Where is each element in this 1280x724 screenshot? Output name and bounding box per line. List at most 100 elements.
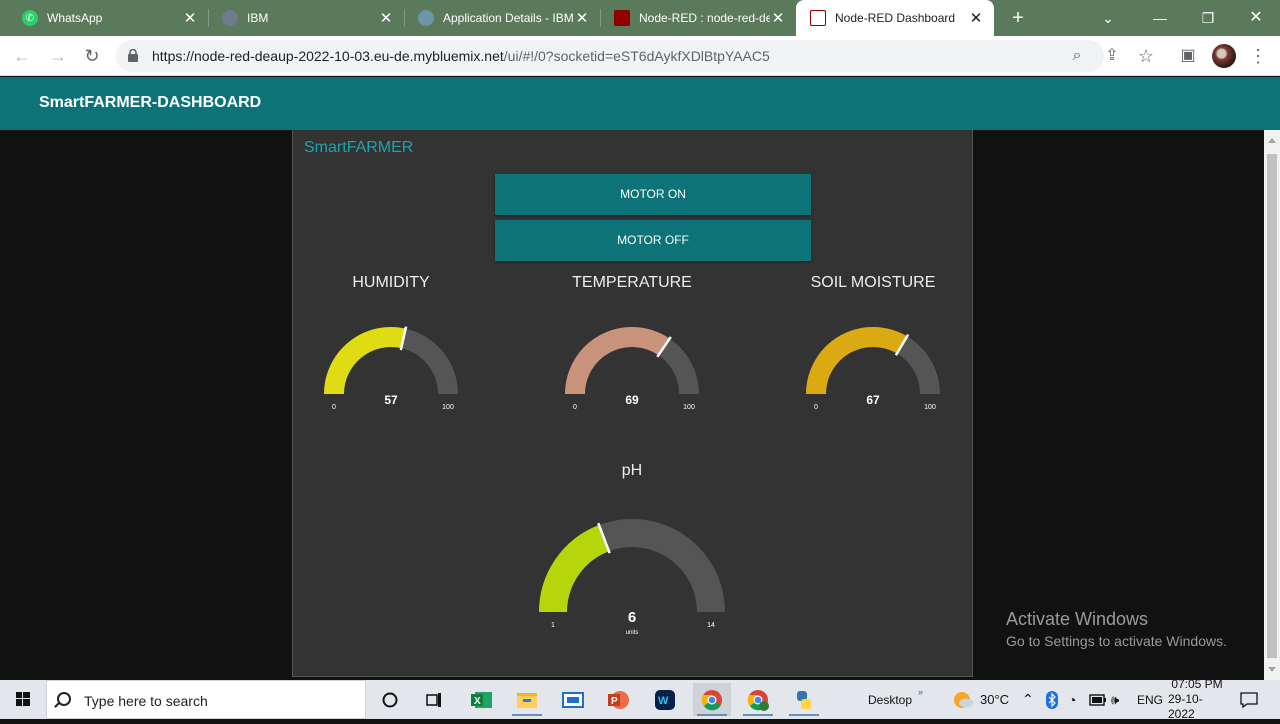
file-explorer-icon[interactable] bbox=[508, 683, 546, 716]
restore-icon[interactable]: ❐ bbox=[1196, 6, 1220, 30]
gauge-max-label: 100 bbox=[442, 404, 454, 410]
notification-icon[interactable] bbox=[1240, 680, 1258, 719]
scroll-down-arrow-icon[interactable] bbox=[1268, 667, 1276, 672]
svg-text:X: X bbox=[474, 696, 481, 707]
gauge-value: 57 bbox=[384, 393, 398, 407]
windows-logo-icon bbox=[16, 692, 30, 706]
gauge-min-label: 1 bbox=[551, 622, 555, 629]
volume-icon[interactable]: 🕪 bbox=[1111, 680, 1119, 719]
desktop-toolbar-label[interactable]: Desktop » bbox=[868, 680, 923, 719]
tab-ibm[interactable]: IBM ✕ bbox=[208, 0, 404, 36]
soil-moisture-gauge: SOIL MOISTURE 67units0100 bbox=[793, 270, 953, 420]
gauge-fill bbox=[565, 327, 670, 395]
gauge-min-label: 0 bbox=[332, 404, 336, 410]
chrome-icon[interactable] bbox=[693, 683, 731, 716]
virtual-desktop-icon[interactable] bbox=[554, 683, 592, 716]
show-hidden-icons-icon[interactable]: ⌃ bbox=[1022, 680, 1034, 719]
temperature-gauge: TEMPERATURE 69units0100 bbox=[552, 270, 712, 420]
start-button[interactable] bbox=[0, 680, 46, 719]
side-panel-icon[interactable]: ▣ bbox=[1176, 44, 1200, 68]
page-scrollbar[interactable] bbox=[1264, 130, 1280, 680]
cortana-icon[interactable] bbox=[371, 683, 409, 716]
weather-widget[interactable]: 30°C bbox=[952, 680, 1009, 719]
close-window-icon[interactable]: ✕ bbox=[1244, 6, 1268, 30]
gauge-fill bbox=[324, 327, 406, 395]
chrome-profile-icon[interactable] bbox=[739, 683, 777, 716]
whatsapp-icon: ✆ bbox=[22, 10, 38, 26]
battery-icon[interactable] bbox=[1089, 680, 1107, 719]
svg-text:P: P bbox=[611, 696, 618, 707]
browser-tab-strip: ✆ WhatsApp ✕ IBM ✕ Application Details -… bbox=[0, 0, 1280, 36]
close-tab-icon[interactable]: ✕ bbox=[770, 9, 786, 27]
close-tab-icon[interactable]: ✕ bbox=[574, 9, 590, 27]
webex-icon[interactable]: W bbox=[646, 683, 684, 716]
temperature-gauge-dial: 69units0100 bbox=[565, 327, 699, 410]
bookmark-star-icon[interactable]: ☆ bbox=[1134, 44, 1158, 68]
tab-title: IBM bbox=[247, 11, 269, 25]
url-text: https://node-red-deaup-2022-10-03.eu-de.… bbox=[152, 48, 770, 64]
tab-application-details[interactable]: Application Details - IBM ✕ bbox=[404, 0, 600, 36]
clock-time: 07:05 PM bbox=[1171, 677, 1223, 691]
smartfarmer-group: SmartFARMER MOTOR ON MOTOR OFF HUMIDITY … bbox=[292, 130, 973, 677]
tab-node-red-dashboard[interactable]: Node-RED Dashboard ✕ bbox=[796, 0, 994, 36]
zoom-icon[interactable]: ⌕ bbox=[1065, 44, 1089, 68]
back-arrow-icon[interactable]: ← bbox=[10, 44, 34, 68]
menu-kebab-icon[interactable]: ⋮ bbox=[1246, 44, 1270, 68]
active-indicator bbox=[697, 714, 727, 716]
gauge-value: 6 bbox=[628, 609, 636, 626]
powerpoint-icon[interactable]: P bbox=[600, 683, 638, 716]
gauge-max-label: 14 bbox=[707, 622, 715, 629]
url-path: /ui/#!/0?socketid=eST6dAykfXDlBtpYAAC5 bbox=[503, 48, 770, 64]
taskbar-search-box[interactable]: Type here to search bbox=[46, 680, 366, 719]
humidity-gauge-dial: 57units0100 bbox=[324, 326, 458, 410]
url-host: https://node-red-deaup-2022-10-03.eu-de.… bbox=[152, 48, 504, 64]
close-tab-icon[interactable]: ✕ bbox=[182, 9, 198, 27]
lock-icon bbox=[128, 49, 138, 62]
gauge-fill bbox=[539, 525, 610, 613]
clock-date: 29-10-2022 bbox=[1168, 692, 1203, 721]
minimize-icon[interactable]: — bbox=[1148, 6, 1172, 30]
motor-off-button[interactable]: MOTOR OFF bbox=[495, 220, 811, 261]
tab-node-red-editor[interactable]: Node-RED : node-red-de ✕ bbox=[600, 0, 796, 36]
tab-title: Node-RED : node-red-de bbox=[639, 11, 770, 25]
gauge-fill bbox=[806, 327, 908, 395]
bluetooth-icon[interactable] bbox=[1045, 680, 1059, 719]
scrollbar-thumb[interactable] bbox=[1267, 154, 1277, 658]
forward-arrow-icon[interactable]: → bbox=[46, 44, 70, 68]
profile-avatar[interactable] bbox=[1212, 44, 1236, 68]
dashboard-header: SmartFARMER-DASHBOARD bbox=[0, 77, 1280, 130]
tab-title: Node-RED Dashboard bbox=[835, 11, 956, 25]
tab-title: Application Details - IBM bbox=[443, 11, 574, 25]
search-icon bbox=[57, 692, 71, 706]
python-icon[interactable] bbox=[785, 683, 823, 716]
watermark-line1: Activate Windows bbox=[1006, 609, 1149, 629]
close-tab-icon[interactable]: ✕ bbox=[968, 9, 984, 27]
gauge-value: 69 bbox=[625, 393, 639, 407]
motor-on-button[interactable]: MOTOR ON bbox=[495, 174, 811, 215]
windows-taskbar: Type here to search X P W Desktop » 30°C bbox=[0, 677, 1280, 721]
new-tab-button[interactable]: + bbox=[1006, 6, 1030, 30]
chevron-double-icon: » bbox=[918, 686, 924, 697]
clock[interactable]: 07:05 PM 29-10-2022 bbox=[1168, 677, 1226, 721]
wifi-icon[interactable]: ◔ bbox=[1068, 680, 1076, 719]
ph-gauge: pH 6 units 1 14 bbox=[512, 458, 752, 658]
excel-icon[interactable]: X bbox=[463, 683, 501, 716]
active-indicator bbox=[743, 714, 773, 716]
task-view-icon[interactable] bbox=[415, 683, 453, 716]
language-indicator[interactable]: ENG bbox=[1137, 680, 1163, 719]
close-tab-icon[interactable]: ✕ bbox=[378, 9, 394, 27]
active-indicator bbox=[512, 714, 542, 716]
svg-text:W: W bbox=[658, 695, 669, 707]
tab-whatsapp[interactable]: ✆ WhatsApp ✕ bbox=[8, 0, 208, 36]
address-bar[interactable]: https://node-red-deaup-2022-10-03.eu-de.… bbox=[116, 40, 1104, 72]
share-icon[interactable]: ⇪ bbox=[1100, 44, 1124, 68]
dashboard-content: SmartFARMER MOTOR ON MOTOR OFF HUMIDITY … bbox=[0, 130, 1264, 680]
ph-gauge-dial: 6 units 1 14 bbox=[539, 519, 725, 636]
desktop-label: Desktop bbox=[868, 692, 913, 707]
dashboard-title: SmartFARMER-DASHBOARD bbox=[39, 94, 262, 111]
tab-search-icon[interactable]: ⌄ bbox=[1096, 6, 1120, 30]
reload-icon[interactable]: ↻ bbox=[80, 44, 104, 68]
weather-temperature: 30°C bbox=[980, 692, 1010, 707]
ibm-icon bbox=[222, 10, 238, 26]
scroll-up-arrow-icon[interactable] bbox=[1268, 138, 1276, 143]
